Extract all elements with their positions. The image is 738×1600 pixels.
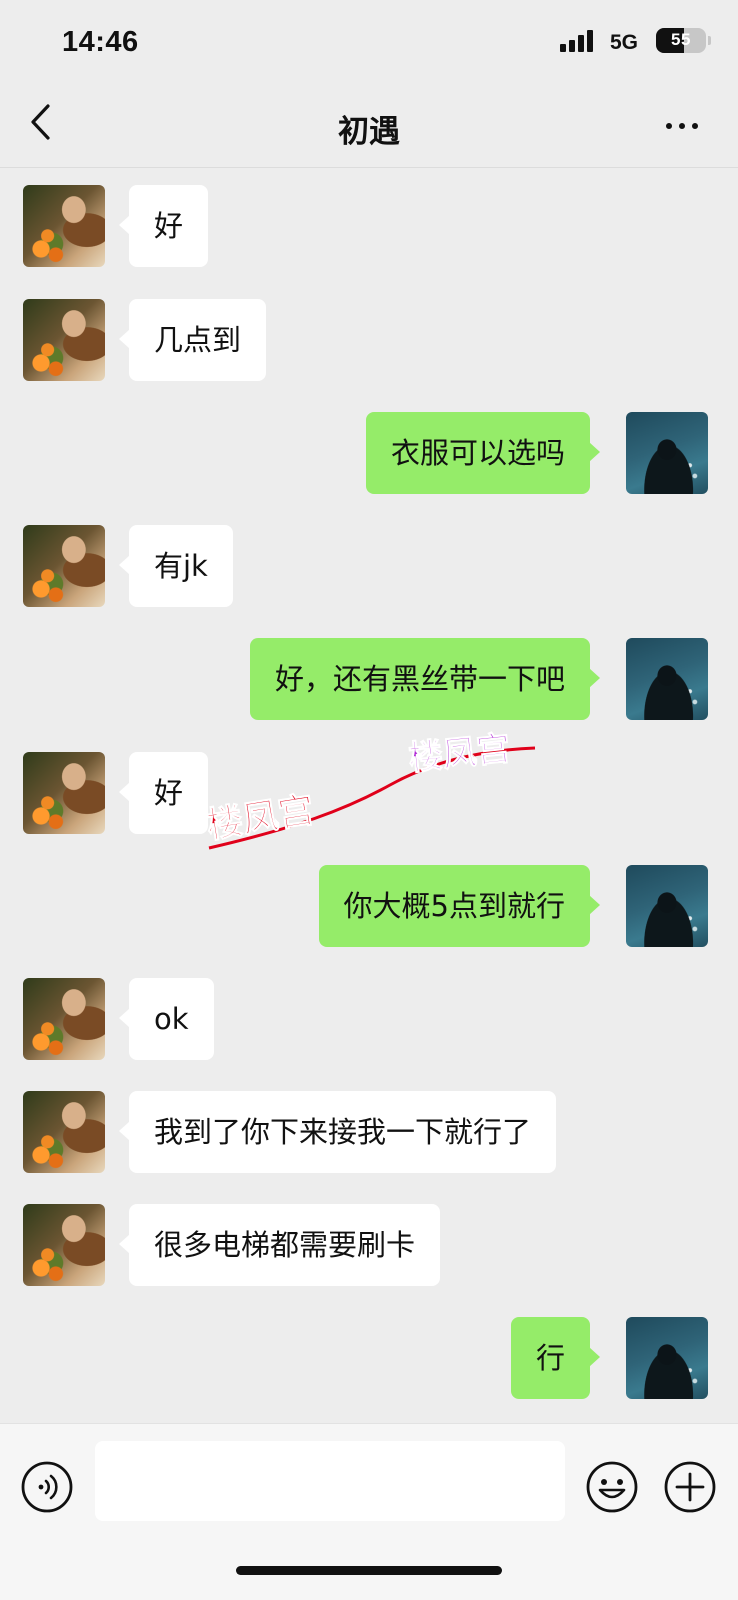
user-avatar[interactable] bbox=[626, 865, 708, 947]
message-bubble[interactable]: 好 bbox=[118, 185, 209, 267]
contact-avatar[interactable] bbox=[23, 978, 105, 1060]
message-bubble[interactable]: 我到了你下来接我一下就行了 bbox=[118, 1091, 557, 1173]
contact-avatar[interactable] bbox=[23, 185, 105, 267]
status-bar: 14:46 5G 55 bbox=[0, 0, 738, 84]
emoji-icon bbox=[586, 1461, 638, 1513]
plus-icon bbox=[664, 1461, 716, 1513]
message-bubble[interactable]: 几点到 bbox=[118, 299, 267, 381]
contact-avatar[interactable] bbox=[23, 1204, 105, 1286]
user-avatar[interactable] bbox=[626, 1317, 708, 1399]
more-functions-button[interactable] bbox=[663, 1460, 717, 1514]
message-row: 很多电梯都需要刷卡 bbox=[0, 1204, 738, 1286]
voice-icon bbox=[21, 1461, 73, 1513]
voice-button[interactable] bbox=[20, 1460, 74, 1514]
message-input[interactable] bbox=[95, 1441, 565, 1521]
home-indicator[interactable] bbox=[236, 1566, 502, 1575]
message-row: 几点到 bbox=[0, 299, 738, 381]
message-row: ok bbox=[0, 978, 738, 1060]
message-list[interactable]: 好 几点到 衣服可以选吗 有jk 好，还有黑丝带一下吧 好 你大概5点到就行 o… bbox=[0, 168, 738, 1423]
contact-avatar[interactable] bbox=[23, 752, 105, 834]
more-button[interactable] bbox=[660, 110, 704, 140]
cellular-signal-icon bbox=[560, 30, 594, 52]
contact-avatar[interactable] bbox=[23, 525, 105, 607]
battery-cap bbox=[708, 36, 711, 45]
message-bubble[interactable]: 有jk bbox=[119, 525, 233, 607]
battery-icon: 55 bbox=[656, 28, 706, 53]
network-type: 5G bbox=[610, 31, 639, 54]
message-bubble[interactable]: 行 bbox=[510, 1317, 601, 1399]
chat-title: 初遇 bbox=[338, 114, 400, 150]
emoji-button[interactable] bbox=[585, 1460, 639, 1514]
contact-avatar[interactable] bbox=[23, 299, 105, 381]
message-row: 我到了你下来接我一下就行了 bbox=[0, 1091, 738, 1173]
message-bubble[interactable]: 你大概5点到就行 bbox=[318, 865, 601, 947]
user-avatar[interactable] bbox=[626, 638, 708, 720]
status-time: 14:46 bbox=[62, 26, 139, 58]
message-row: 好 bbox=[0, 752, 738, 834]
message-bubble[interactable]: 好 bbox=[118, 752, 209, 834]
message-row: 好，还有黑丝带一下吧 bbox=[0, 638, 738, 720]
input-bar bbox=[0, 1423, 738, 1600]
message-row: 有jk bbox=[0, 525, 738, 607]
message-bubble[interactable]: ok bbox=[119, 978, 214, 1060]
message-bubble[interactable]: 衣服可以选吗 bbox=[365, 412, 601, 494]
message-row: 好 bbox=[0, 185, 738, 267]
message-row: 行 bbox=[0, 1317, 738, 1399]
contact-avatar[interactable] bbox=[23, 1091, 105, 1173]
message-bubble[interactable]: 很多电梯都需要刷卡 bbox=[118, 1204, 441, 1286]
battery-level: 55 bbox=[671, 30, 691, 49]
chat-header: 初遇 bbox=[0, 84, 738, 168]
message-row: 衣服可以选吗 bbox=[0, 412, 738, 494]
user-avatar[interactable] bbox=[626, 412, 708, 494]
message-bubble[interactable]: 好，还有黑丝带一下吧 bbox=[249, 638, 601, 720]
message-row: 你大概5点到就行 bbox=[0, 865, 738, 947]
